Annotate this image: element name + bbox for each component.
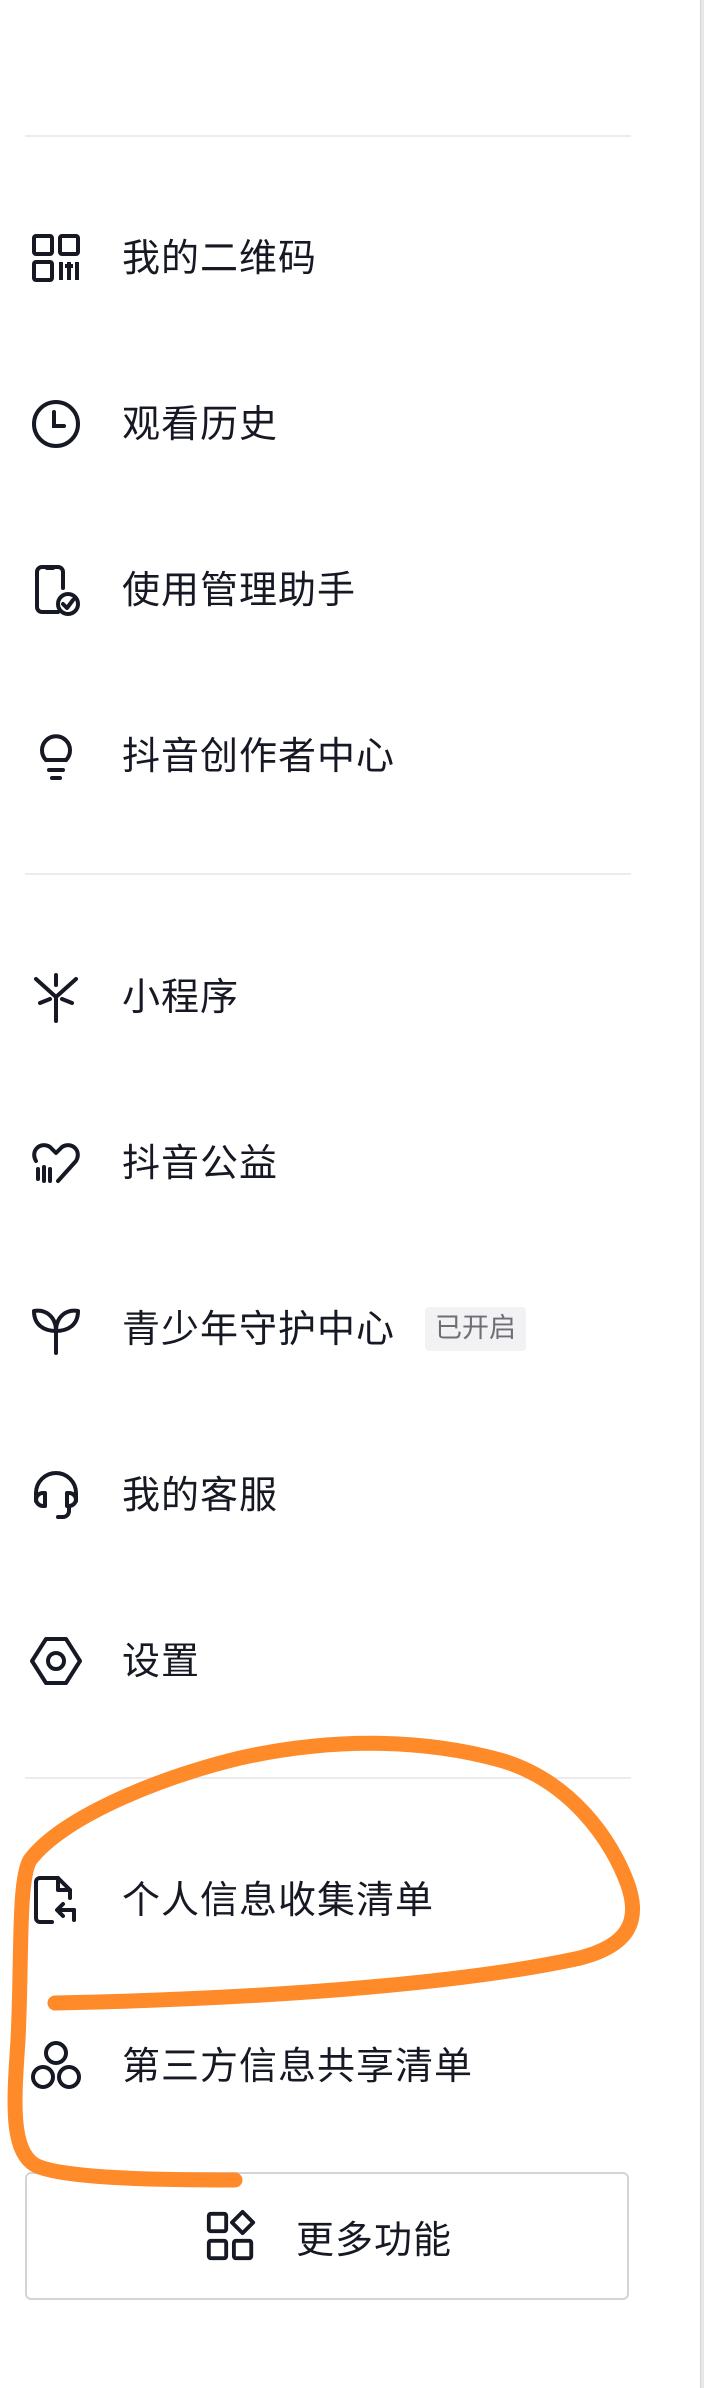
more-functions-button[interactable]: 更多功能: [25, 2172, 629, 2300]
side-drawer-panel: 我的二维码 观看历史 使用管理助手 抖音创作者中心 小程序 抖音公益 青少年守护…: [0, 0, 700, 2388]
headset-icon: [26, 1465, 86, 1525]
divider-1: [25, 873, 631, 875]
lightbulb-icon: [26, 726, 86, 786]
menu-item-label: 青少年守护中心: [122, 1307, 396, 1351]
menu-item-label: 抖音创作者中心: [122, 734, 396, 778]
menu-item-label: 个人信息收集清单: [122, 1878, 435, 1922]
menu-item-youth-protection[interactable]: 青少年守护中心 已开启: [0, 1269, 660, 1389]
menu-item-label: 第三方信息共享清单: [122, 2044, 474, 2088]
status-badge: 已开启: [425, 1307, 526, 1351]
divider-2: [25, 1777, 631, 1779]
grid-diamond-icon: [202, 2207, 260, 2265]
drawer-edge-scrollbar: [700, 0, 704, 2388]
file-return-icon: [26, 1870, 86, 1930]
menu-item-usage-manager[interactable]: 使用管理助手: [0, 530, 660, 650]
menu-item-label: 设置: [122, 1639, 201, 1683]
menu-item-label: 抖音公益: [122, 1141, 279, 1185]
heart-hands-icon: [26, 1133, 86, 1193]
menu-item-watch-history[interactable]: 观看历史: [0, 364, 660, 484]
menu-item-customer-service[interactable]: 我的客服: [0, 1435, 660, 1555]
menu-item-label: 观看历史: [122, 402, 279, 446]
settings-hexagon-icon: [26, 1631, 86, 1691]
menu-item-creator-center[interactable]: 抖音创作者中心: [0, 696, 660, 816]
qr-code-icon: [26, 228, 86, 288]
divider-top: [25, 135, 631, 137]
menu-item-mini-program[interactable]: 小程序: [0, 937, 660, 1057]
clock-icon: [26, 394, 86, 454]
menu-item-label: 使用管理助手: [122, 568, 357, 612]
menu-item-label: 我的客服: [122, 1473, 279, 1517]
share-nodes-icon: [26, 2036, 86, 2096]
menu-item-label: 我的二维码: [122, 236, 318, 280]
menu-item-qr-code[interactable]: 我的二维码: [0, 198, 660, 318]
menu-item-personal-info-list[interactable]: 个人信息收集清单: [0, 1840, 660, 1960]
menu-item-douyin-charity[interactable]: 抖音公益: [0, 1103, 660, 1223]
more-functions-label: 更多功能: [295, 2217, 452, 2262]
sprout-icon: [26, 1299, 86, 1359]
menu-item-label: 小程序: [122, 975, 240, 1019]
phone-check-icon: [26, 560, 86, 620]
mini-program-icon: [26, 967, 86, 1027]
menu-item-third-party-sharing-list[interactable]: 第三方信息共享清单: [0, 2006, 660, 2126]
menu-item-settings[interactable]: 设置: [0, 1601, 660, 1721]
